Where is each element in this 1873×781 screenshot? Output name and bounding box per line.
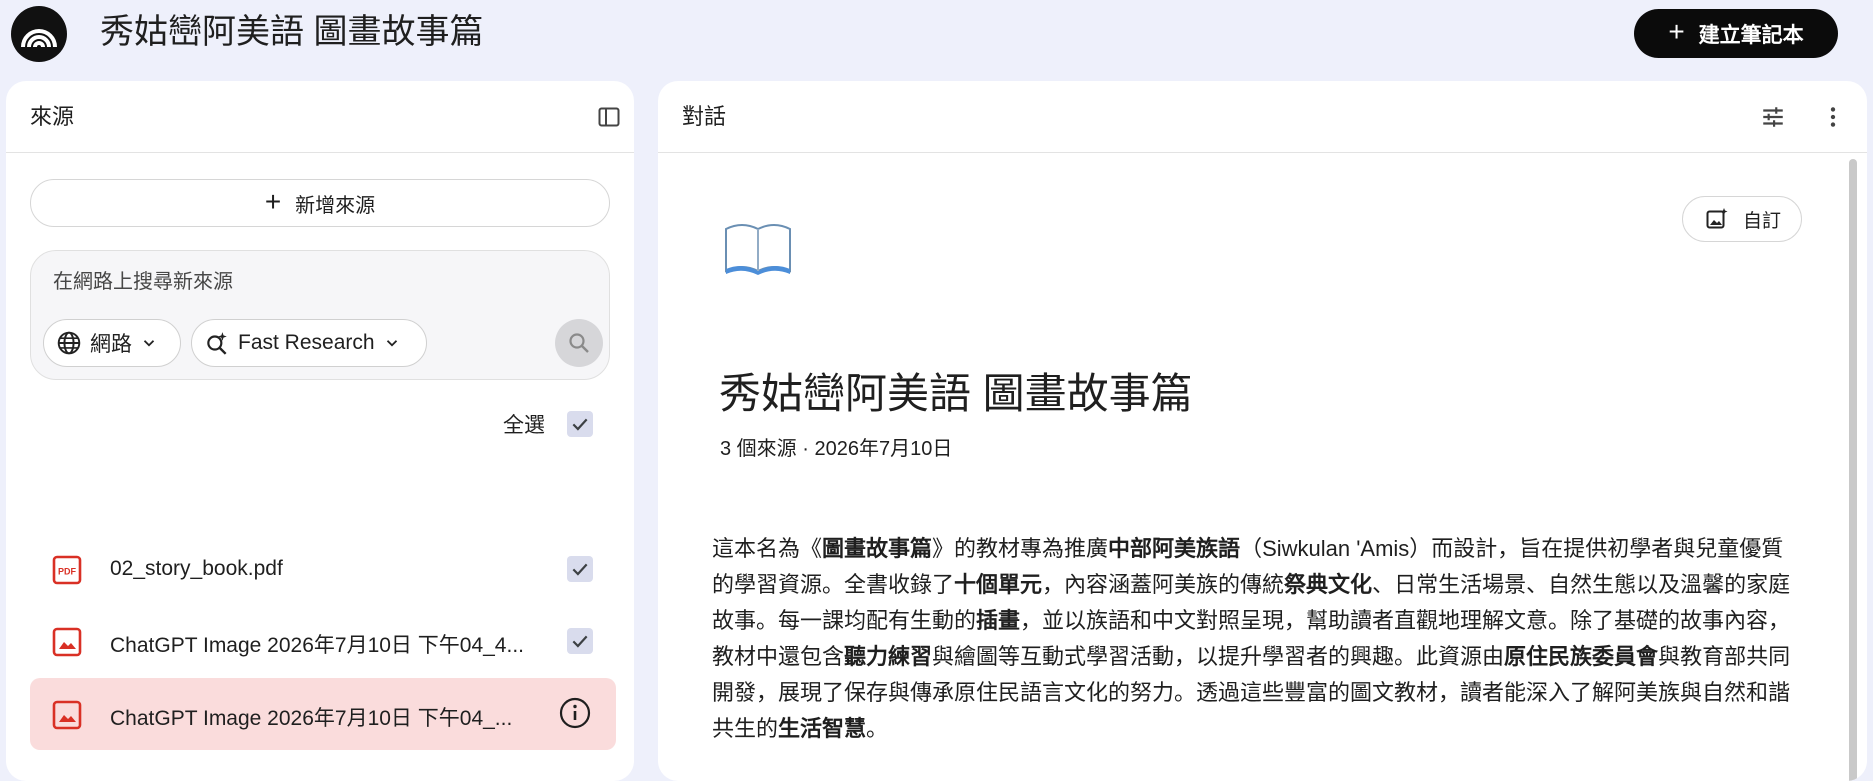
check-icon [572, 418, 588, 431]
summary-segment: 這本名為《 [712, 536, 823, 561]
summary-bold-term: 插畫 [976, 608, 1021, 633]
chevron-down-icon [386, 340, 397, 347]
research-mode-dropdown[interactable]: Fast Research [191, 319, 427, 367]
web-chip-label: 網路 [90, 333, 132, 356]
tune-settings-icon[interactable] [1758, 102, 1788, 132]
check-icon [572, 563, 588, 576]
select-all-row: 全選 [6, 401, 634, 445]
plus-icon: + [1668, 16, 1685, 47]
notebooklm-logo-icon[interactable] [11, 6, 67, 62]
book-open-icon [724, 219, 792, 275]
summary-segment: ，內容涵蓋阿美族的傳統 [1042, 572, 1285, 597]
notebook-title[interactable]: 秀姑巒阿美語 圖畫故事篇 [100, 10, 483, 54]
summary-bold-term: 十個單元 [954, 572, 1043, 597]
svg-text:PDF: PDF [58, 567, 77, 577]
select-all-label: 全選 [503, 414, 545, 437]
chat-panel: 對話 自訂 秀姑巒阿美語 圖畫故事篇 3 個來源 · 2026年7月10日 這本… [658, 81, 1867, 781]
summary-bold-term: 生活智慧 [778, 716, 867, 741]
summary-segment: 與繪圖等互動式學習活動，以提升學習者的興趣。此資源由 [932, 644, 1505, 669]
image-sparkle-icon [1706, 208, 1728, 229]
sources-header: 來源 [6, 81, 634, 153]
chevron-down-icon [143, 340, 155, 347]
collapse-panel-icon[interactable] [594, 102, 624, 132]
source-checkbox[interactable] [567, 628, 593, 654]
document-meta: 3 個來源 · 2026年7月10日 [720, 438, 953, 460]
summary-bold-term: 聽力練習 [844, 644, 933, 669]
search-icon [569, 333, 589, 353]
summary-bold-term: 中部阿美族語 [1108, 536, 1241, 561]
summary-text: 這本名為《圖畫故事篇》的教材專為推廣中部阿美族語（Siwkulan 'Amis）… [712, 531, 1802, 747]
summary-segment: 》的教材專為推廣 [932, 536, 1109, 561]
source-item-active[interactable]: ChatGPT Image 2026年7月10日 下午04_... [30, 678, 616, 750]
pdf-icon: PDF [52, 555, 82, 585]
source-name: ChatGPT Image 2026年7月10日 下午04_... [110, 707, 513, 730]
check-icon [572, 635, 588, 648]
globe-icon [57, 331, 81, 355]
summary-bold-term: 圖畫故事篇 [822, 536, 933, 561]
search-submit-button[interactable] [555, 319, 603, 367]
web-source-dropdown[interactable]: 網路 [43, 319, 181, 367]
customize-label: 自訂 [1743, 210, 1782, 232]
sources-title: 來源 [30, 104, 75, 129]
select-all-checkbox[interactable] [567, 411, 593, 437]
web-search-box: 網路 Fast Research [30, 250, 610, 380]
add-source-label: 新增來源 [295, 194, 376, 217]
source-name: 02_story_book.pdf [110, 557, 283, 580]
image-icon [52, 627, 82, 657]
plus-icon: + [264, 185, 282, 217]
document-title: 秀姑巒阿美語 圖畫故事篇 [719, 370, 1193, 417]
sparkle-search-icon [207, 332, 227, 355]
create-notebook-button[interactable]: + 建立筆記本 [1634, 9, 1838, 58]
scrollbar[interactable] [1849, 159, 1857, 781]
sources-panel: 來源 + 新增來源 網路 [6, 81, 634, 781]
web-search-input[interactable] [53, 271, 573, 294]
source-name: ChatGPT Image 2026年7月10日 下午04_4... [110, 634, 524, 657]
source-item[interactable]: PDF 02_story_book.pdf [30, 537, 616, 601]
create-notebook-label: 建立筆記本 [1698, 23, 1804, 47]
customize-button[interactable]: 自訂 [1682, 196, 1802, 242]
image-icon [52, 700, 82, 730]
top-bar: 秀姑巒阿美語 圖畫故事篇 + 建立筆記本 [0, 0, 1873, 72]
chat-title: 對話 [682, 104, 727, 129]
info-icon[interactable] [558, 696, 592, 730]
source-item[interactable]: ChatGPT Image 2026年7月10日 下午04_4... [30, 609, 616, 673]
chat-header: 對話 [658, 81, 1867, 153]
summary-bold-term: 原住民族委員會 [1504, 644, 1659, 669]
research-chip-label: Fast Research [238, 331, 375, 354]
summary-segment: 。 [866, 716, 889, 741]
more-vert-icon[interactable] [1818, 102, 1848, 132]
source-checkbox[interactable] [567, 556, 593, 582]
summary-bold-term: 祭典文化 [1284, 572, 1373, 597]
add-source-button[interactable]: + 新增來源 [30, 179, 610, 227]
